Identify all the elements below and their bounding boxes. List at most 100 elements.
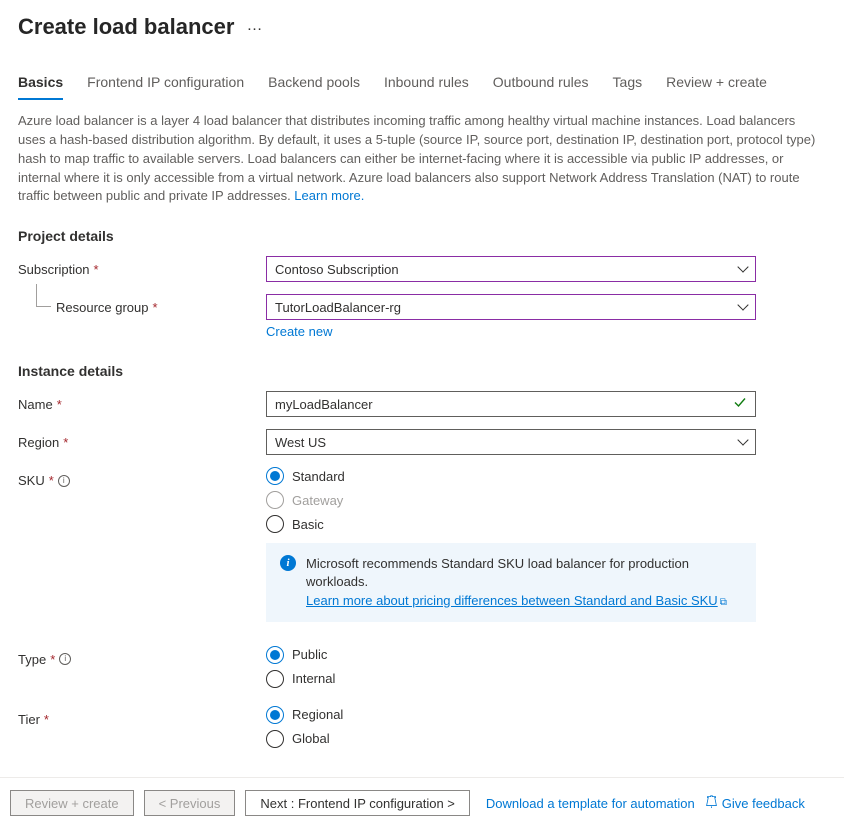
sku-info-box: i Microsoft recommends Standard SKU load… (266, 543, 756, 622)
tier-regional-option[interactable]: Regional (266, 706, 756, 724)
sku-info-link[interactable]: Learn more about pricing differences bet… (306, 593, 727, 608)
resource-group-control: TutorLoadBalancer-rg Create new (266, 294, 756, 339)
sku-label-text: SKU (18, 473, 45, 488)
sku-radio-group: Standard Gateway Basic (266, 467, 756, 533)
resource-group-value: TutorLoadBalancer-rg (275, 300, 401, 315)
subscription-control: Contoso Subscription (266, 256, 756, 282)
subscription-select[interactable]: Contoso Subscription (266, 256, 756, 282)
region-control: West US (266, 429, 756, 455)
subscription-row: Subscription * Contoso Subscription (18, 256, 826, 282)
radio-icon (266, 467, 284, 485)
sku-basic-label: Basic (292, 517, 324, 532)
name-value: myLoadBalancer (275, 397, 373, 412)
type-public-label: Public (292, 647, 327, 662)
required-asterisk: * (57, 397, 62, 412)
more-icon[interactable]: … (246, 17, 262, 37)
name-label-text: Name (18, 397, 53, 412)
type-public-option[interactable]: Public (266, 646, 756, 664)
sku-basic-option[interactable]: Basic (266, 515, 756, 533)
info-icon[interactable]: i (59, 653, 71, 665)
sku-info-content: Microsoft recommends Standard SKU load b… (306, 555, 742, 610)
tier-row: Tier * Regional Global (18, 706, 826, 748)
instance-details-section: Instance details Name * myLoadBalancer R… (18, 363, 826, 748)
subscription-label: Subscription * (18, 256, 266, 277)
radio-icon (266, 515, 284, 533)
name-label: Name * (18, 391, 266, 412)
tab-inbound-rules[interactable]: Inbound rules (384, 74, 469, 100)
type-label: Type * i (18, 646, 266, 667)
subscription-label-text: Subscription (18, 262, 90, 277)
footer-bar: Review + create < Previous Next : Fronte… (0, 777, 844, 826)
sku-gateway-option[interactable]: Gateway (266, 491, 756, 509)
type-control: Public Internal (266, 646, 756, 688)
sku-control: Standard Gateway Basic i Microsoft recom… (266, 467, 756, 622)
previous-button[interactable]: < Previous (144, 790, 236, 816)
tab-bar: Basics Frontend IP configuration Backend… (0, 40, 844, 100)
region-label-text: Region (18, 435, 59, 450)
resource-group-label: Resource group * (18, 294, 266, 315)
tab-outbound-rules[interactable]: Outbound rules (493, 74, 589, 100)
sku-standard-option[interactable]: Standard (266, 467, 756, 485)
feedback-icon (705, 795, 718, 811)
project-details-title: Project details (18, 228, 826, 244)
sku-gateway-label: Gateway (292, 493, 343, 508)
tab-tags[interactable]: Tags (613, 74, 643, 100)
required-asterisk: * (63, 435, 68, 450)
required-asterisk: * (153, 300, 158, 315)
name-input[interactable]: myLoadBalancer (266, 391, 756, 417)
region-value: West US (275, 435, 326, 450)
required-asterisk: * (94, 262, 99, 277)
tier-regional-label: Regional (292, 707, 343, 722)
type-label-text: Type (18, 652, 46, 667)
type-internal-option[interactable]: Internal (266, 670, 756, 688)
page-title: Create load balancer (18, 14, 234, 40)
tab-backend-pools[interactable]: Backend pools (268, 74, 360, 100)
learn-more-link[interactable]: Learn more. (294, 188, 364, 203)
required-asterisk: * (44, 712, 49, 727)
tier-global-option[interactable]: Global (266, 730, 756, 748)
radio-icon (266, 670, 284, 688)
region-label: Region * (18, 429, 266, 450)
tier-label: Tier * (18, 706, 266, 727)
radio-icon (266, 646, 284, 664)
resource-group-label-text: Resource group (56, 300, 149, 315)
radio-icon (266, 706, 284, 724)
type-internal-label: Internal (292, 671, 335, 686)
content-area: Azure load balancer is a layer 4 load ba… (0, 100, 844, 777)
resource-group-select[interactable]: TutorLoadBalancer-rg (266, 294, 756, 320)
type-row: Type * i Public Internal (18, 646, 826, 688)
instance-details-title: Instance details (18, 363, 826, 379)
tab-basics[interactable]: Basics (18, 74, 63, 100)
tier-radio-group: Regional Global (266, 706, 756, 748)
subscription-value: Contoso Subscription (275, 262, 399, 277)
description-body: Azure load balancer is a layer 4 load ba… (18, 113, 815, 203)
give-feedback-link[interactable]: Give feedback (722, 796, 805, 811)
name-row: Name * myLoadBalancer (18, 391, 826, 417)
required-asterisk: * (49, 473, 54, 488)
download-template-link[interactable]: Download a template for automation (486, 796, 695, 811)
sku-info-text: Microsoft recommends Standard SKU load b… (306, 556, 689, 589)
region-select[interactable]: West US (266, 429, 756, 455)
sku-row: SKU * i Standard Gateway Basic (18, 467, 826, 622)
tab-review-create[interactable]: Review + create (666, 74, 767, 100)
external-icon: ⧉ (720, 596, 727, 610)
resource-group-row: Resource group * TutorLoadBalancer-rg Cr… (18, 294, 826, 339)
info-icon[interactable]: i (58, 475, 70, 487)
page-header: Create load balancer … (0, 0, 844, 40)
radio-icon (266, 491, 284, 509)
name-control: myLoadBalancer (266, 391, 756, 417)
info-circle-icon: i (280, 555, 296, 571)
next-button[interactable]: Next : Frontend IP configuration > (245, 790, 470, 816)
radio-icon (266, 730, 284, 748)
project-details-section: Project details Subscription * Contoso S… (18, 228, 826, 339)
review-create-button[interactable]: Review + create (10, 790, 134, 816)
tier-control: Regional Global (266, 706, 756, 748)
sku-standard-label: Standard (292, 469, 345, 484)
region-row: Region * West US (18, 429, 826, 455)
create-new-link[interactable]: Create new (266, 324, 332, 339)
required-asterisk: * (50, 652, 55, 667)
check-icon (733, 396, 747, 413)
tier-label-text: Tier (18, 712, 40, 727)
tier-global-label: Global (292, 731, 330, 746)
tab-frontend-ip[interactable]: Frontend IP configuration (87, 74, 244, 100)
